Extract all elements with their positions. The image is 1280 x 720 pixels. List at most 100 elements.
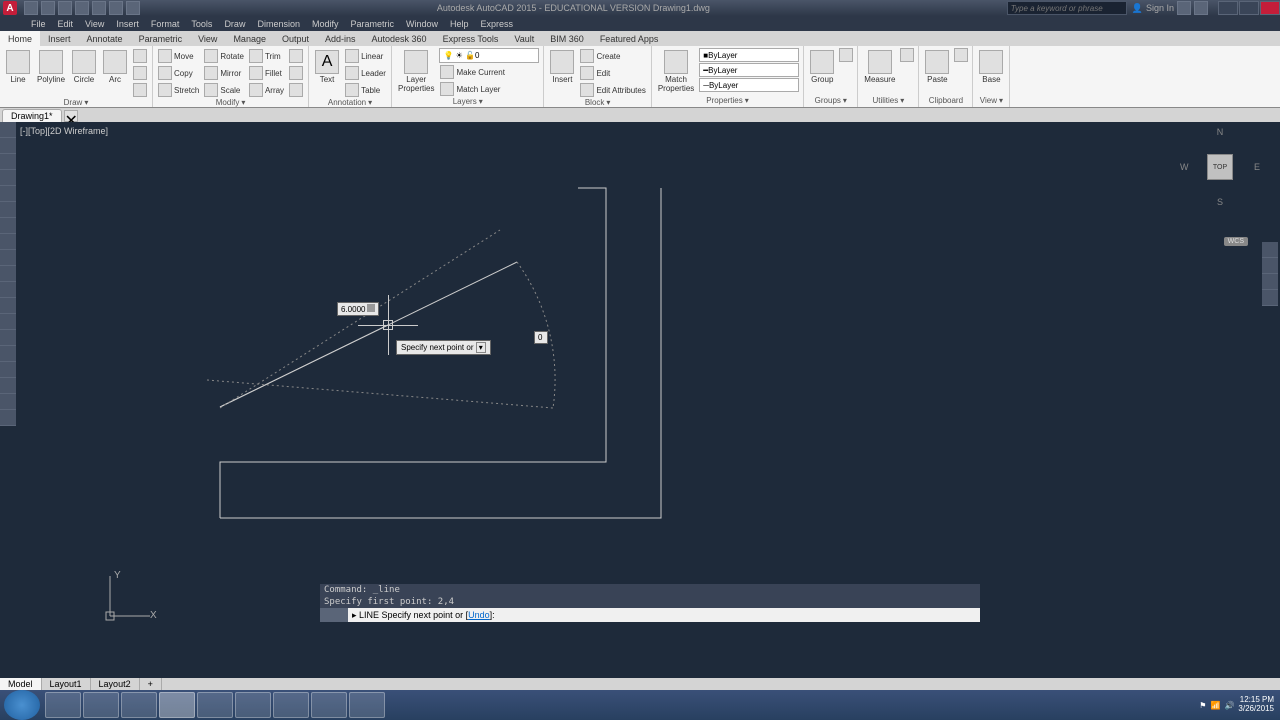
arc-button[interactable]: Arc	[101, 48, 129, 86]
tray-network-icon[interactable]: 📶	[1210, 701, 1220, 710]
maximize-icon[interactable]	[1239, 1, 1259, 15]
task-camtasia-icon[interactable]	[349, 692, 385, 718]
qat-save-icon[interactable]	[58, 1, 72, 15]
menu-express[interactable]: Express	[475, 19, 520, 29]
menu-file[interactable]: File	[25, 19, 52, 29]
base-view-button[interactable]: Base	[977, 48, 1005, 86]
modify-misc2[interactable]	[288, 65, 304, 81]
tab-featuredapps[interactable]: Featured Apps	[592, 31, 667, 46]
qat-new-icon[interactable]	[24, 1, 38, 15]
nav-pan-icon[interactable]	[1262, 258, 1278, 274]
panel-draw-title[interactable]: Draw ▾	[4, 98, 148, 107]
polyline-button[interactable]: Polyline	[35, 48, 67, 86]
qat-saveas-icon[interactable]	[75, 1, 89, 15]
tab-autodesk360[interactable]: Autodesk 360	[364, 31, 435, 46]
file-tab-drawing1[interactable]: Drawing1*	[2, 109, 62, 122]
task-chrome-icon[interactable]	[121, 692, 157, 718]
signin-icon[interactable]: 👤	[1132, 3, 1143, 14]
modify-misc1[interactable]	[288, 48, 304, 64]
tab-expresstools[interactable]: Express Tools	[435, 31, 507, 46]
draw-misc3[interactable]	[132, 82, 148, 98]
create-block-button[interactable]: Create	[579, 48, 646, 64]
panel-block-title[interactable]: Block ▾	[548, 98, 646, 107]
help-icon[interactable]	[1194, 1, 1208, 15]
panel-modify-title[interactable]: Modify ▾	[157, 98, 304, 107]
task-app2-icon[interactable]	[197, 692, 233, 718]
viewcube-face[interactable]: TOP	[1207, 154, 1233, 180]
task-notepad-icon[interactable]	[235, 692, 271, 718]
scale-button[interactable]: Scale	[203, 82, 245, 98]
cmd-options-icon[interactable]	[334, 608, 348, 622]
qat-plot-icon[interactable]	[92, 1, 106, 15]
line-button[interactable]: Line	[4, 48, 32, 86]
command-line[interactable]: Command: _line Specify first point: 2,4 …	[320, 584, 980, 622]
qat-redo-icon[interactable]	[126, 1, 140, 15]
qat-undo-icon[interactable]	[109, 1, 123, 15]
layer-combo[interactable]: 💡 ☀ 🔓 0	[439, 48, 539, 63]
copy-button[interactable]: Copy	[157, 65, 200, 81]
qat-open-icon[interactable]	[41, 1, 55, 15]
task-autocad-icon[interactable]	[159, 692, 195, 718]
task-excel-icon[interactable]	[311, 692, 347, 718]
menu-insert[interactable]: Insert	[110, 19, 145, 29]
lineweight-combo[interactable]: ━ ByLayer	[699, 63, 799, 77]
exchange-icon[interactable]	[1177, 1, 1191, 15]
tab-vault[interactable]: Vault	[506, 31, 542, 46]
tray-flag-icon[interactable]: ⚑	[1199, 701, 1206, 710]
match-layer-button[interactable]: Match Layer	[439, 81, 539, 97]
panel-view-title[interactable]: View ▾	[977, 96, 1005, 105]
draw-misc1[interactable]	[132, 48, 148, 64]
task-word-icon[interactable]	[273, 692, 309, 718]
panel-groups-title[interactable]: Groups ▾	[808, 96, 853, 105]
rotate-button[interactable]: Rotate	[203, 48, 245, 64]
menu-modify[interactable]: Modify	[306, 19, 345, 29]
fillet-button[interactable]: Fillet	[248, 65, 285, 81]
menu-parametric[interactable]: Parametric	[345, 19, 401, 29]
utilities-misc[interactable]	[900, 48, 914, 62]
wcs-label[interactable]: WCS	[1224, 237, 1248, 246]
group-button[interactable]: Group	[808, 48, 836, 86]
edit-block-button[interactable]: Edit	[579, 65, 646, 81]
menu-tools[interactable]: Tools	[185, 19, 218, 29]
clock[interactable]: 12:15 PM 3/26/2015	[1238, 696, 1274, 714]
panel-utilities-title[interactable]: Utilities ▾	[862, 96, 914, 105]
tab-output[interactable]: Output	[274, 31, 317, 46]
panel-properties-title[interactable]: Properties ▾	[656, 96, 799, 105]
panel-annotation-title[interactable]: Annotation ▾	[313, 98, 387, 107]
linetype-combo[interactable]: ─ ByLayer	[699, 78, 799, 92]
menu-view[interactable]: View	[79, 19, 110, 29]
paste-button[interactable]: Paste	[923, 48, 951, 86]
tab-addins[interactable]: Add-ins	[317, 31, 364, 46]
layer-properties-button[interactable]: Layer Properties	[396, 48, 436, 95]
group-misc[interactable]	[839, 48, 853, 62]
insert-block-button[interactable]: Insert	[548, 48, 576, 86]
cmd-undo-link[interactable]: Undo	[468, 610, 490, 620]
clipboard-misc[interactable]	[954, 48, 968, 62]
tab-annotate[interactable]: Annotate	[79, 31, 131, 46]
table-button[interactable]: Table	[344, 82, 387, 98]
nav-wheel-icon[interactable]	[1262, 242, 1278, 258]
stretch-button[interactable]: Stretch	[157, 82, 200, 98]
tab-view[interactable]: View	[190, 31, 225, 46]
minimize-icon[interactable]	[1218, 1, 1238, 15]
nav-zoom-icon[interactable]	[1262, 274, 1278, 290]
edit-attributes-button[interactable]: Edit Attributes	[579, 82, 646, 98]
circle-button[interactable]: Circle	[70, 48, 98, 86]
tab-parametric[interactable]: Parametric	[131, 31, 191, 46]
menu-format[interactable]: Format	[145, 19, 186, 29]
tab-bim360[interactable]: BIM 360	[542, 31, 592, 46]
new-tab-button[interactable]: ✕	[64, 110, 78, 122]
mirror-button[interactable]: Mirror	[203, 65, 245, 81]
match-properties-button[interactable]: Match Properties	[656, 48, 696, 95]
measure-button[interactable]: Measure	[862, 48, 897, 86]
modify-misc3[interactable]	[288, 82, 304, 98]
start-button[interactable]	[4, 690, 40, 720]
task-explorer-icon[interactable]	[45, 692, 81, 718]
tray-volume-icon[interactable]: 🔊	[1224, 701, 1234, 710]
dynamic-length-input[interactable]: 6.0000	[337, 302, 379, 316]
search-input[interactable]	[1007, 1, 1127, 15]
menu-draw[interactable]: Draw	[218, 19, 251, 29]
trim-button[interactable]: Trim	[248, 48, 285, 64]
drawing-canvas[interactable]: [-][Top][2D Wireframe] 6.0000 0 Specify …	[0, 122, 1280, 666]
nav-orbit-icon[interactable]	[1262, 290, 1278, 306]
